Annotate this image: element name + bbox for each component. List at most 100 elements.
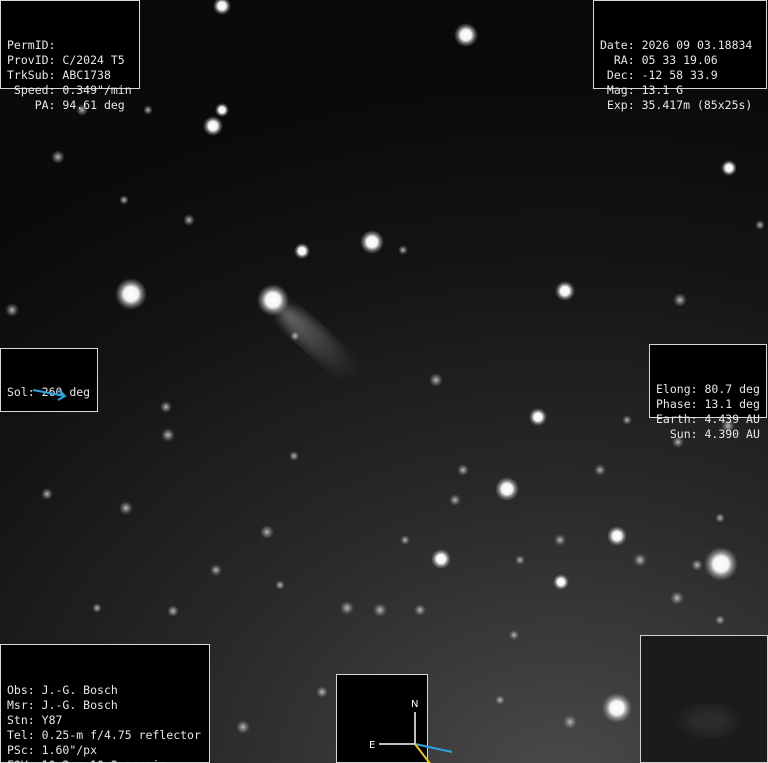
position-info-row-key: Dec: [600, 68, 635, 82]
faint-star [340, 601, 354, 615]
observer-row-key: FOV: [7, 758, 35, 763]
object-info-row-key: PA: [7, 98, 56, 112]
observer-row-key: Msr: [7, 698, 35, 712]
faint-star [260, 525, 274, 539]
faint-star [715, 513, 725, 523]
sun-direction-arrow-icon [32, 389, 67, 401]
inset-image [668, 651, 767, 762]
faint-star [400, 535, 410, 545]
geometry-row-value: 13.1 deg [704, 397, 760, 411]
comet-nucleus [257, 284, 289, 316]
faint-star [515, 555, 525, 565]
position-info-row-key: Exp: [600, 98, 635, 112]
faint-star [41, 488, 53, 500]
faint-star [755, 220, 765, 230]
observer-row-value: Y87 [41, 713, 63, 727]
geometry-row-value: 4.439 AU [704, 412, 760, 426]
object-info-row: PermID: [7, 38, 133, 53]
object-info-rows: PermID: ProvID: C/2024 T5 TrkSub: ABC1738… [7, 38, 133, 113]
object-info-row: TrkSub: ABC1738 [7, 68, 133, 83]
position-info-row-key: Mag: [600, 83, 635, 97]
star [203, 116, 223, 136]
star [431, 549, 451, 569]
faint-star [92, 603, 102, 613]
comet [257, 284, 358, 379]
faint-star [633, 553, 647, 567]
faint-star [51, 150, 65, 164]
faint-star [373, 603, 387, 617]
observer-row-value: 0.25-m f/4.75 reflector [41, 728, 201, 742]
faint-star [289, 451, 299, 461]
position-info-rows: Date: 2026 09 03.18834 RA: 05 33 19.06 D… [600, 38, 760, 113]
object-info-row: PA: 94.61 deg [7, 98, 133, 113]
faint-star [715, 615, 725, 625]
position-info-panel: Date: 2026 09 03.18834 RA: 05 33 19.06 D… [593, 0, 767, 112]
compass-north-label: N [411, 699, 418, 710]
observer-row: FOV: 10.2 x 10.2 arcmin [7, 758, 203, 763]
geometry-row-value: 4.390 AU [704, 427, 760, 441]
observer-row-value: J.-G. Bosch [41, 698, 118, 712]
faint-star [563, 715, 577, 729]
position-info-row-value: 05 33 19.06 [641, 53, 718, 67]
star [607, 526, 627, 546]
object-info-row-key: TrkSub: [7, 68, 56, 82]
compass-east-label: E [369, 740, 375, 751]
observer-row-key: Stn: [7, 713, 35, 727]
star [294, 243, 310, 259]
observer-panel: Obs: J.-G. Bosch Msr: J.-G. Bosch Stn: Y87… [0, 644, 210, 763]
observer-row: Obs: J.-G. Bosch [7, 683, 203, 698]
star [555, 281, 575, 301]
object-info-panel: PermID: ProvID: C/2024 T5 TrkSub: ABC1738… [0, 0, 140, 112]
object-info-row-value: ABC1738 [62, 68, 111, 82]
star [721, 160, 737, 176]
geometry-row-key: Earth: [656, 412, 698, 426]
observer-row: Stn: Y87 [7, 713, 203, 728]
position-info-row: Date: 2026 09 03.18834 [600, 38, 760, 53]
star [360, 230, 384, 254]
comet-inset-thumbnail [640, 635, 768, 763]
position-info-row-value: 35.417m (85x25s) [641, 98, 753, 112]
object-info-row: ProvID: C/2024 T5 [7, 53, 133, 68]
geometry-rows: Elong: 80.7 deg Phase: 13.1 deg Earth: 4.4… [656, 382, 760, 442]
observer-row: Tel: 0.25-m f/4.75 reflector [7, 728, 203, 743]
faint-star [160, 401, 172, 413]
object-info-row-key: PermID: [7, 38, 56, 52]
position-info-row-key: Date: [600, 38, 635, 52]
faint-star [119, 501, 133, 515]
observer-row-key: Tel: [7, 728, 35, 742]
observer-row-value: 1.60"/px [41, 743, 98, 757]
faint-star [673, 293, 687, 307]
object-info-row: Speed: 0.349"/min [7, 83, 133, 98]
geometry-row: Elong: 80.7 deg [656, 382, 760, 397]
star [704, 547, 738, 581]
faint-star [670, 591, 684, 605]
faint-star [509, 630, 519, 640]
faint-star [449, 494, 461, 506]
geometry-row: Phase: 13.1 deg [656, 397, 760, 412]
observer-rows: Obs: J.-G. Bosch Msr: J.-G. Bosch Stn: Y87… [7, 683, 203, 763]
star [454, 23, 478, 47]
faint-star [275, 580, 285, 590]
geometry-row-key: Sun: [656, 427, 698, 441]
object-info-row-value: 94.61 deg [62, 98, 125, 112]
position-info-row-value: 2026 09 03.18834 [641, 38, 753, 52]
faint-star [594, 464, 606, 476]
object-info-row-key: ProvID: [7, 53, 56, 67]
faint-star [457, 464, 469, 476]
star [495, 477, 519, 501]
faint-star [119, 195, 129, 205]
faint-star [167, 605, 179, 617]
faint-star [691, 559, 703, 571]
geometry-row-key: Phase: [656, 397, 698, 411]
object-info-row-value: C/2024 T5 [62, 53, 125, 67]
position-info-row: RA: 05 33 19.06 [600, 53, 760, 68]
faint-star [183, 214, 195, 226]
orientation-compass: N E [336, 674, 452, 763]
observer-row-key: PSc: [7, 743, 35, 757]
faint-star [210, 564, 222, 576]
observer-row-value: 10.2 x 10.2 arcmin [42, 758, 167, 763]
comet-image: PermID: ProvID: C/2024 T5 TrkSub: ABC1738… [0, 0, 768, 763]
geometry-row: Earth: 4.439 AU [656, 412, 760, 427]
comet-tail [278, 305, 358, 379]
position-info-row-value: 13.1 G [641, 83, 684, 97]
